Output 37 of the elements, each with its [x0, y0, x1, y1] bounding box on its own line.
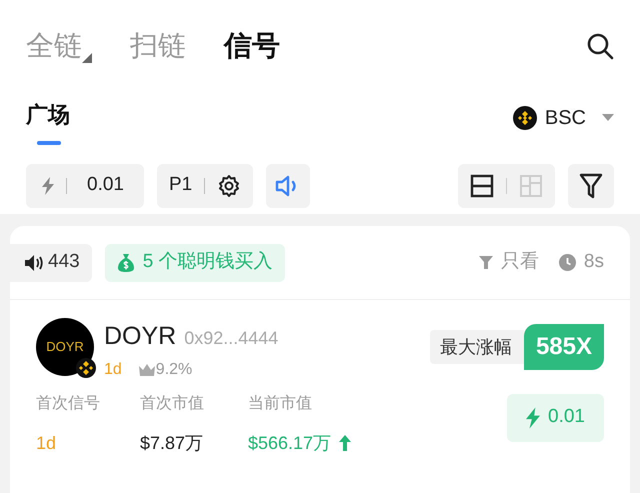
subtab[interactable]: 广场 — [26, 98, 70, 144]
crown-icon — [138, 362, 156, 376]
speaker-icon — [24, 254, 44, 272]
signal-age: 8s — [558, 248, 604, 277]
token-age: 1d — [104, 360, 122, 380]
amount-value: 0.01 — [87, 173, 124, 198]
max-gain-badge: 585X — [524, 324, 604, 370]
smart-money-badge: 5 个聪明钱买入 — [104, 244, 285, 282]
stat-label: 首次市值 — [140, 394, 205, 414]
stat-value: 1d — [36, 432, 56, 454]
max-gain-label: 最大涨幅 — [430, 330, 524, 364]
top-holder-share: 9.2% — [138, 358, 192, 382]
mention-count: 443 — [10, 244, 92, 282]
filter-icon — [579, 172, 603, 198]
token-symbol: DOYR — [104, 321, 176, 352]
search-icon[interactable] — [586, 32, 614, 60]
bolt-icon — [526, 406, 540, 428]
settings-icon — [217, 174, 242, 198]
amount-field[interactable]: 0.01 — [26, 164, 144, 208]
preset-button[interactable]: P1 — [157, 164, 254, 208]
sound-button[interactable] — [266, 164, 310, 208]
coin-icon — [512, 106, 537, 130]
bolt-icon — [42, 176, 54, 194]
chain-badge-icon — [76, 358, 96, 378]
clock-icon — [558, 254, 576, 271]
tab[interactable]: 信号 — [224, 25, 280, 67]
rows-layout-button[interactable] — [470, 174, 494, 198]
token-logo: DOYR — [36, 318, 94, 376]
chain-selector[interactable]: BSC — [512, 103, 614, 133]
caret-icon — [602, 114, 614, 122]
stat-value: $7.87万 — [140, 432, 204, 454]
money-bag-icon — [116, 252, 135, 272]
filter-button[interactable] — [568, 164, 614, 208]
stat-label: 当前市值 — [248, 394, 313, 414]
filter-icon — [478, 256, 493, 270]
stat-value: $566.17万 — [248, 432, 332, 454]
stat-label: 首次信号 — [36, 394, 101, 414]
